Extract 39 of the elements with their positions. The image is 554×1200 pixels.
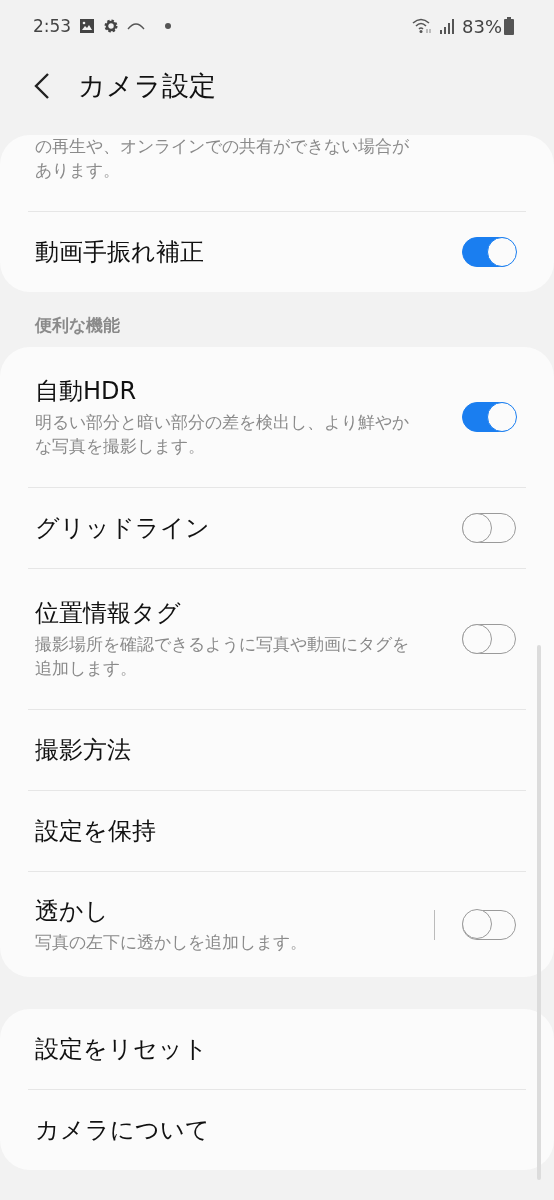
setting-title: カメラについて [35, 1115, 211, 1146]
setting-title: 自動HDR [35, 376, 138, 408]
setting-description: 撮影場所を確認できるように写真や動画にタグを追加します。 [35, 633, 410, 680]
settings-row[interactable]: 設定をリセット [0, 1009, 554, 1089]
setting-description: 明るい部分と暗い部分の差を検出し、より鮮やかな写真を撮影します。 [35, 411, 410, 458]
toggle-switch[interactable] [462, 513, 516, 543]
battery-icon [504, 17, 514, 35]
page-title: カメラ設定 [78, 69, 216, 103]
settings-row[interactable]: 自動HDR 明るい部分と暗い部分の差を検出し、より鮮やかな写真を撮影します。 [0, 347, 554, 487]
dot-icon [165, 23, 172, 29]
setting-title: 設定をリセット [35, 1034, 209, 1065]
back-button[interactable] [34, 73, 50, 99]
battery-percentage: 83% [462, 15, 502, 37]
setting-title: 動画手振れ補正 [35, 237, 205, 268]
toggle-switch[interactable] [462, 237, 516, 267]
settings-row[interactable]: 位置情報タグ 撮影場所を確認できるように写真や動画にタグを追加します。 [0, 569, 554, 709]
wifi-icon [412, 18, 432, 34]
settings-icon [103, 18, 120, 34]
settings-row[interactable]: 設定を保持 [0, 791, 554, 871]
clock: 2:53 [33, 16, 72, 36]
toggle-switch[interactable] [462, 624, 516, 654]
setting-title: 撮影方法 [35, 735, 132, 766]
settings-row[interactable]: カメラについて [0, 1090, 554, 1170]
settings-row[interactable]: 撮影方法 [0, 710, 554, 790]
settings-row[interactable]: 動画手振れ補正 [0, 212, 554, 292]
arc-icon [127, 21, 146, 31]
settings-row[interactable]: 透かし 写真の左下に透かしを追加します。 [0, 872, 554, 977]
signal-icon [440, 18, 454, 34]
setting-title: 位置情報タグ [35, 598, 182, 630]
image-icon [79, 18, 96, 34]
setting-description: 写真の左下に透かしを追加します。 [35, 930, 308, 954]
toggle-switch[interactable] [462, 402, 516, 432]
setting-title: 設定を保持 [35, 816, 157, 847]
toggle-switch[interactable] [462, 909, 516, 940]
setting-title: 透かし [35, 895, 110, 927]
section-heading: 便利な機能 [34, 314, 121, 337]
setting-description: の再生や、オンラインでの共有ができない場合があります。 [35, 135, 410, 182]
setting-title: グリッドライン [35, 513, 211, 544]
settings-row[interactable]: グリッドライン [0, 488, 554, 568]
